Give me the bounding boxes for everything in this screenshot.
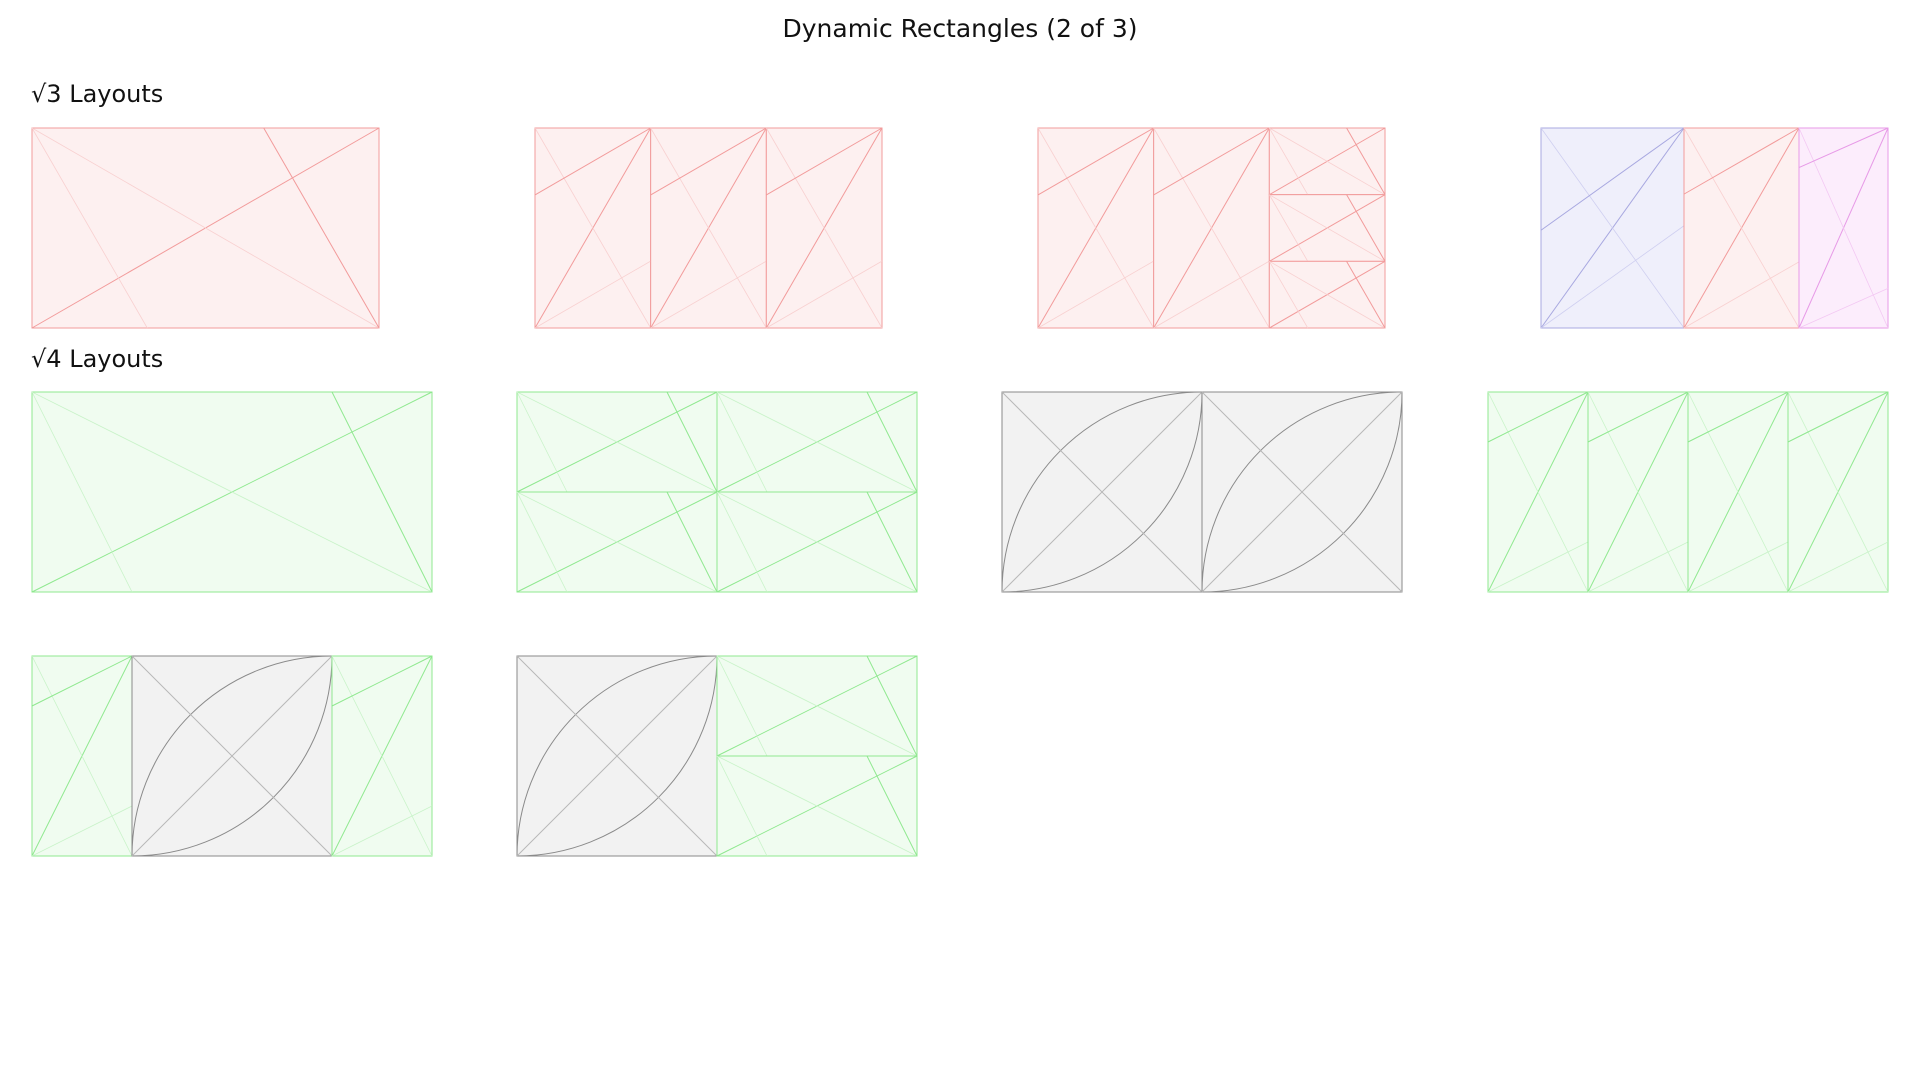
layouts-canvas [31,127,1889,857]
sqrt4-layout-2 [516,391,918,593]
sqrt4-layout-6 [516,655,918,857]
sqrt3-layout-2 [534,127,883,329]
sqrt3-layout-4 [1540,127,1889,329]
sqrt4-layout-3 [1001,391,1403,593]
sqrt4-layout-5 [31,655,433,857]
sqrt3-layout-1 [31,127,380,329]
sqrt3-layout-3 [1037,127,1386,329]
diagrams-group [31,127,1889,857]
sqrt4-layout-1 [31,391,433,593]
sqrt4-layout-4 [1487,391,1889,593]
